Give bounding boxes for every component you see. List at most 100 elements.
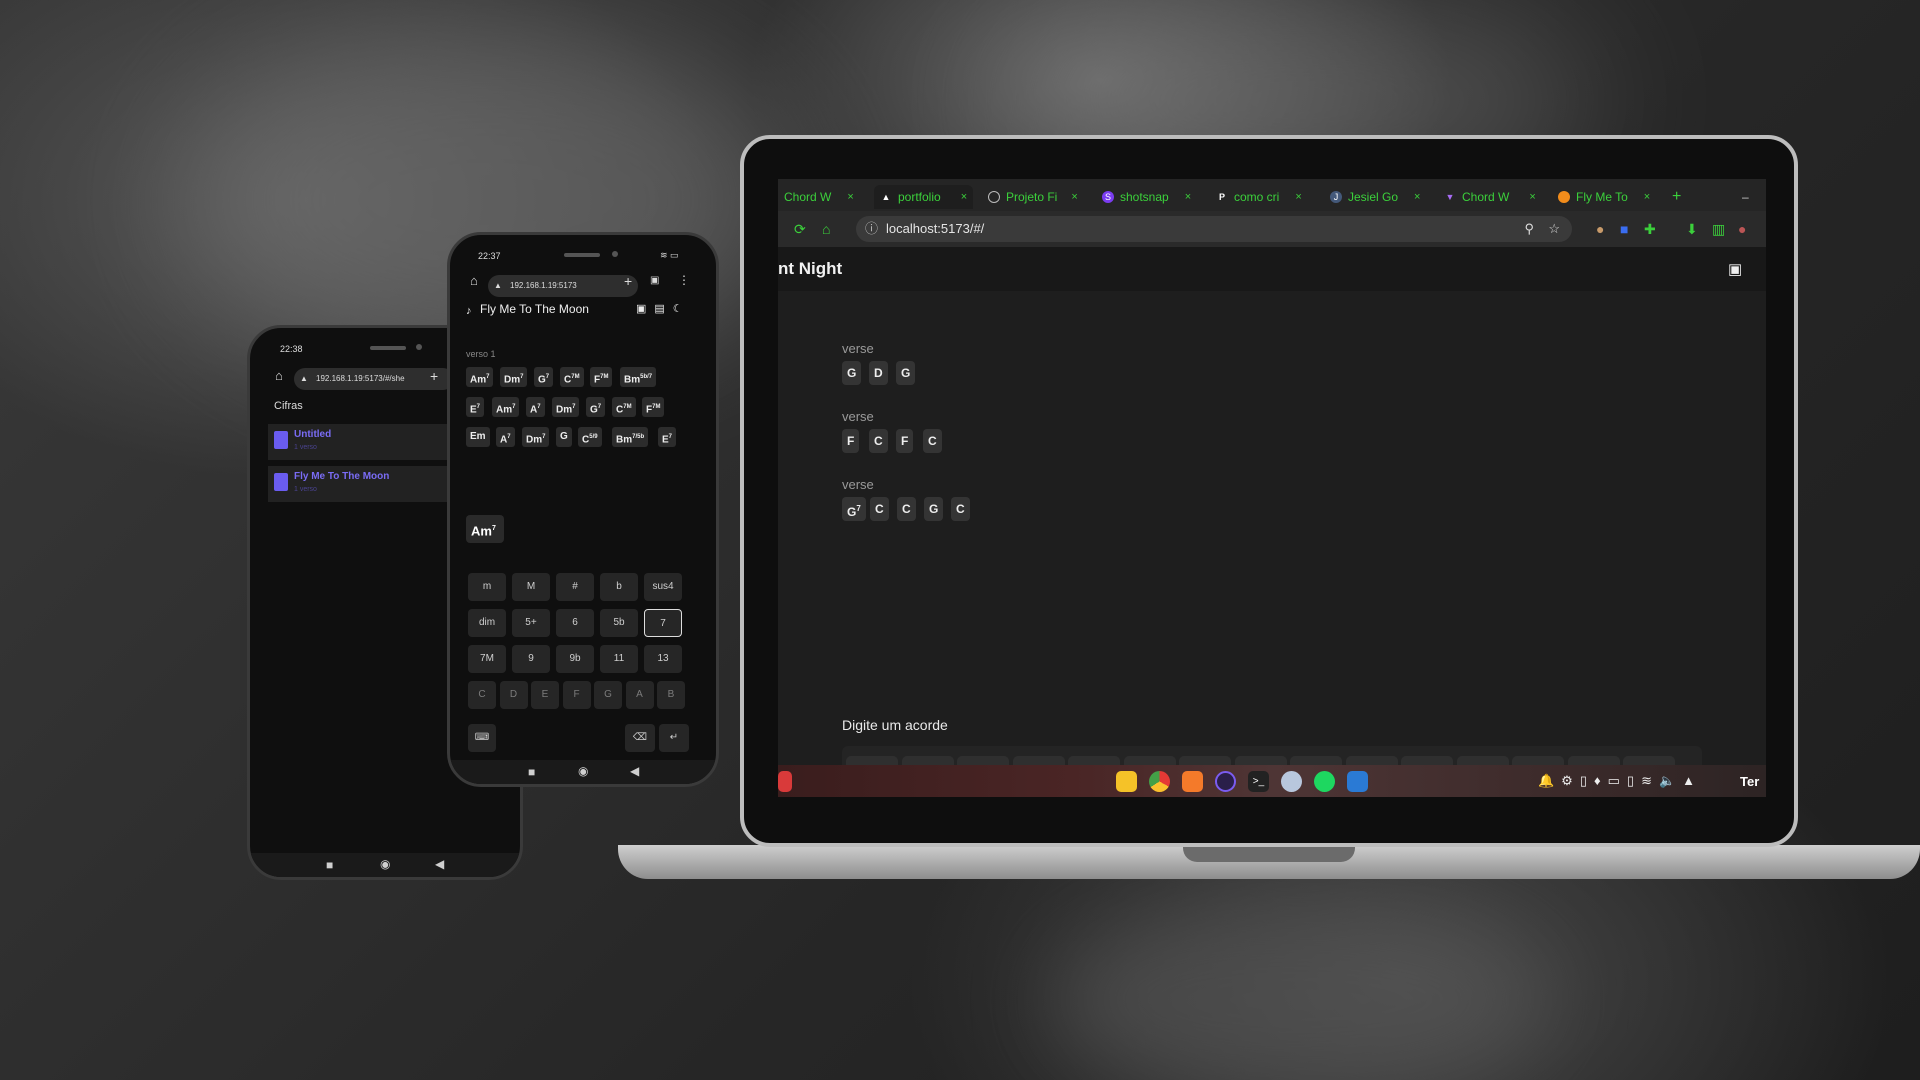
sidebar-icon[interactable]: ▥ — [1712, 221, 1725, 238]
menu-icon[interactable]: ⋮ — [678, 273, 690, 287]
back-icon[interactable]: ◀ — [630, 764, 639, 778]
reload-icon[interactable]: ⟳ — [794, 221, 806, 238]
home-icon[interactable]: ⌂ — [822, 221, 830, 237]
modifier-key[interactable]: dim — [468, 609, 506, 637]
chord-chip[interactable]: E7 — [658, 427, 677, 447]
modifier-key[interactable]: 7 — [644, 609, 682, 637]
star-icon[interactable]: ☆ — [1548, 216, 1560, 242]
close-icon[interactable]: × — [1414, 191, 1420, 203]
address-bar[interactable]: ▲ 192.168.1.19:5173 — [488, 275, 638, 297]
chord-chip[interactable]: F7M — [590, 367, 613, 387]
modifier-key[interactable]: b — [600, 573, 638, 601]
chord-chip[interactable]: C — [870, 497, 889, 521]
new-tab-button[interactable]: + — [1672, 185, 1681, 209]
chord-chip[interactable]: G7 — [842, 497, 866, 521]
chord-chip[interactable]: C — [923, 429, 942, 453]
note-key[interactable]: A — [625, 681, 654, 709]
modifier-key[interactable]: M — [512, 573, 550, 601]
zoom-icon[interactable]: ⚲ — [1524, 216, 1534, 242]
close-icon[interactable]: × — [1071, 191, 1077, 203]
modifier-key[interactable]: 5b — [600, 609, 638, 637]
modifier-key[interactable]: 9 — [512, 645, 550, 673]
save-icon[interactable]: ▣ — [1728, 260, 1742, 278]
home-icon[interactable]: ◉ — [578, 764, 588, 778]
chord-chip[interactable]: F — [896, 429, 914, 453]
chord-chip[interactable]: C — [951, 497, 970, 521]
note-key[interactable]: E — [531, 681, 559, 709]
extension-icon[interactable]: ● — [1596, 221, 1604, 237]
home-icon[interactable]: ⌂ — [470, 273, 478, 288]
chord-chip[interactable]: Dm7 — [500, 367, 528, 387]
modifier-key[interactable]: 7M — [468, 645, 506, 673]
puzzle-icon[interactable]: ✚ — [1644, 221, 1656, 238]
extension-icon[interactable]: ■ — [1620, 221, 1628, 237]
close-icon[interactable]: × — [1295, 191, 1301, 203]
chord-chip[interactable]: F — [842, 429, 860, 453]
browser-tab[interactable]: Chord W × — [784, 185, 854, 209]
browser-tab[interactable]: J Jesiel Go × — [1330, 185, 1420, 209]
modifier-key[interactable]: 13 — [644, 645, 682, 673]
chord-chip[interactable]: C — [897, 497, 916, 521]
browser-tab[interactable]: ▲ portfolio × — [874, 185, 974, 209]
minimize-button[interactable]: – — [1742, 185, 1749, 209]
chord-chip[interactable]: C7M — [560, 367, 584, 387]
modifier-key[interactable]: m — [468, 573, 506, 601]
home-icon[interactable]: ◉ — [380, 857, 390, 871]
modifier-key[interactable]: 6 — [556, 609, 594, 637]
chord-chip[interactable]: Em — [466, 427, 490, 447]
chord-chip[interactable]: G7 — [586, 397, 606, 417]
header-actions[interactable]: ▣▤☾ — [636, 302, 691, 315]
chord-chip[interactable]: Bm7/5b — [612, 427, 649, 447]
chord-chip[interactable]: G7 — [534, 367, 554, 387]
app-icon[interactable] — [778, 771, 792, 792]
browser-tab[interactable]: Pcomo cri × — [1216, 185, 1302, 209]
chord-chip[interactable]: Dm7 — [552, 397, 580, 417]
chord-chip[interactable]: A7 — [496, 427, 515, 447]
modifier-key[interactable]: 5+ — [512, 609, 550, 637]
vscode-icon[interactable] — [1347, 771, 1368, 792]
note-key[interactable]: F — [562, 681, 591, 709]
spotify-icon[interactable] — [1314, 771, 1335, 792]
chord-chip[interactable]: A7 — [526, 397, 545, 417]
close-icon[interactable]: × — [847, 191, 853, 203]
new-tab-button[interactable]: + — [624, 273, 632, 289]
chord-chip[interactable]: C — [869, 429, 888, 453]
system-tray[interactable]: 🔔⚙▯♦▭▯≋🔈▲ — [1538, 773, 1702, 789]
note-key[interactable]: G — [594, 681, 622, 709]
enter-icon[interactable]: ↵ — [659, 724, 689, 752]
new-tab-button[interactable]: + — [430, 368, 438, 384]
browser-tab[interactable]: Fly Me To × — [1558, 185, 1650, 209]
browser-tab[interactable]: ▼ Chord W × — [1444, 185, 1536, 209]
chord-chip[interactable]: Bm5b/7 — [620, 367, 657, 387]
close-icon[interactable]: × — [961, 191, 967, 203]
chord-chip[interactable]: Am7 — [466, 367, 494, 387]
chord-chip[interactable]: E7 — [466, 397, 485, 417]
files-icon[interactable] — [1116, 771, 1137, 792]
chord-chip[interactable]: C5/9 — [578, 427, 602, 447]
modifier-key[interactable]: 9b — [556, 645, 594, 673]
note-key[interactable]: B — [657, 681, 685, 709]
recents-icon[interactable]: ■ — [326, 858, 333, 872]
chord-chip[interactable]: D — [869, 361, 888, 385]
chord-chip[interactable]: G — [924, 497, 944, 521]
chord-chip[interactable]: F7M — [642, 397, 665, 417]
close-icon[interactable]: × — [1529, 191, 1535, 203]
chord-chip[interactable]: C7M — [612, 397, 636, 417]
download-icon[interactable]: ⬇ — [1686, 221, 1698, 238]
backspace-icon[interactable]: ⌫ — [625, 724, 655, 752]
close-icon[interactable]: × — [1185, 191, 1191, 203]
browser-tab[interactable]: Sshotsnap × — [1102, 185, 1191, 209]
home-icon[interactable]: ⌂ — [275, 368, 283, 383]
chord-chip[interactable]: G — [896, 361, 916, 385]
chord-chip[interactable]: Am7 — [492, 397, 520, 417]
terminal-icon[interactable]: >_ — [1248, 771, 1269, 792]
address-bar[interactable]: ⓘ localhost:5173/#/ ⚲ ☆ — [856, 216, 1572, 242]
keyboard-toggle-icon[interactable]: ⌨ — [468, 724, 496, 752]
note-key[interactable]: C — [468, 681, 496, 709]
modifier-key[interactable]: sus4 — [644, 573, 682, 601]
store-icon[interactable] — [1182, 771, 1203, 792]
chord-chip[interactable]: Dm7 — [522, 427, 550, 447]
note-key[interactable]: D — [499, 681, 528, 709]
chrome-icon[interactable] — [1149, 771, 1170, 792]
tabs-icon[interactable]: ▣ — [650, 275, 659, 286]
